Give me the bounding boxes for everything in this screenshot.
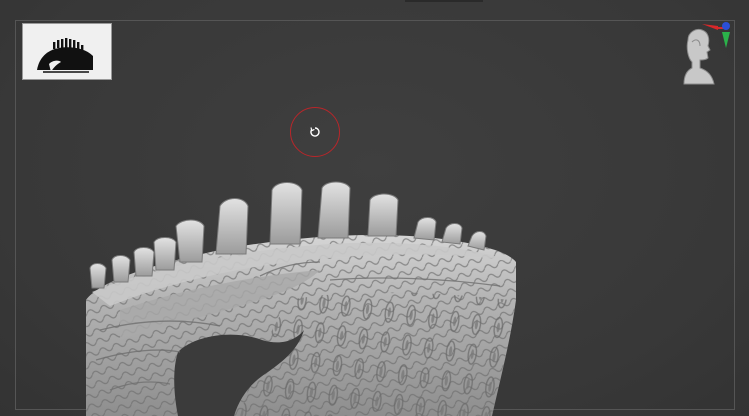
brush-cursor — [290, 107, 340, 157]
sculpt-model[interactable] — [0, 0, 749, 416]
brush-cursor-icon — [310, 127, 320, 137]
navigator-thumbnail[interactable] — [22, 23, 112, 80]
head-orientation-icon — [683, 22, 730, 85]
orientation-gizmo[interactable] — [670, 18, 734, 90]
model-silhouette-icon — [37, 38, 93, 73]
viewport-canvas[interactable] — [0, 0, 749, 416]
